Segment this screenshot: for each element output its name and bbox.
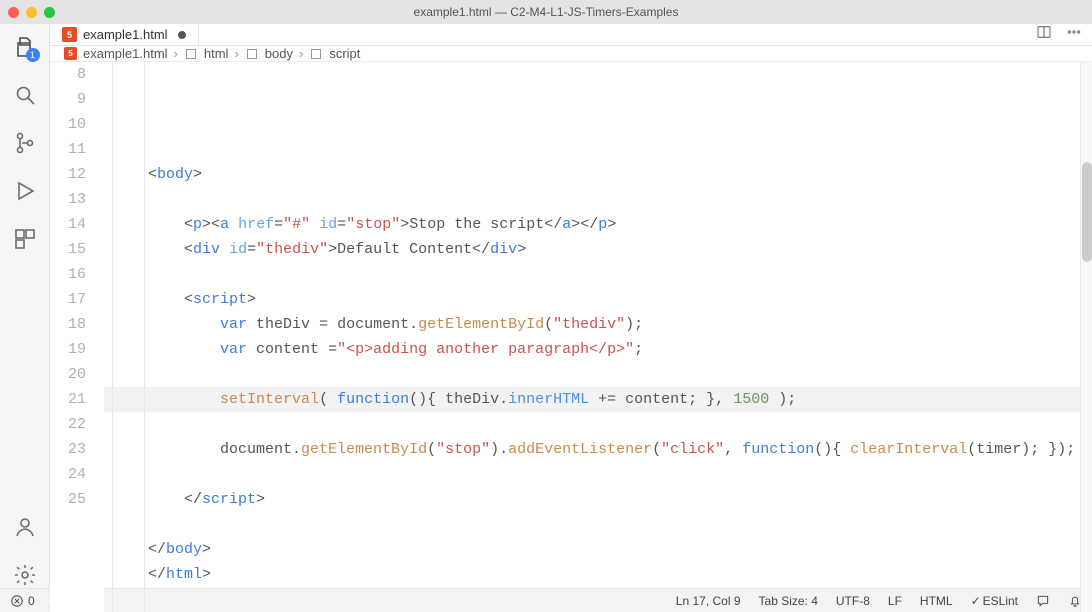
minimize-window-button[interactable] (26, 7, 37, 18)
breadcrumb-body[interactable]: body (265, 46, 293, 61)
error-icon (10, 594, 24, 608)
code-line[interactable]: var theDiv = document.getElementById("th… (104, 312, 1080, 337)
code-line[interactable]: <p><a href="#" id="stop">Stop the script… (104, 212, 1080, 237)
code-line[interactable] (104, 587, 1080, 612)
titlebar: example1.html — C2-M4-L1-JS-Timers-Examp… (0, 0, 1092, 24)
code-line[interactable] (104, 187, 1080, 212)
explorer-icon[interactable]: 1 (12, 34, 38, 60)
breadcrumb-file[interactable]: example1.html (83, 46, 168, 61)
line-gutter: 8910111213141516171819202122232425 (50, 62, 104, 612)
source-control-icon[interactable] (12, 130, 38, 156)
accounts-icon[interactable] (12, 514, 38, 540)
element-icon (309, 47, 323, 61)
code-line[interactable] (104, 462, 1080, 487)
window-title: example1.html — C2-M4-L1-JS-Timers-Examp… (0, 5, 1092, 19)
code-line[interactable]: </html> (104, 562, 1080, 587)
element-icon (184, 47, 198, 61)
minimap[interactable] (1080, 62, 1092, 612)
code-line[interactable]: </script> (104, 487, 1080, 512)
split-editor-icon[interactable] (1036, 24, 1052, 45)
code-line[interactable]: </body> (104, 537, 1080, 562)
code-line[interactable] (104, 512, 1080, 537)
breadcrumb-html[interactable]: html (204, 46, 229, 61)
tab-example1[interactable]: 5 example1.html (50, 24, 199, 45)
code-line[interactable]: setInterval( function(){ theDiv.innerHTM… (104, 387, 1080, 412)
more-actions-icon[interactable] (1066, 24, 1082, 45)
code-line[interactable]: <div id="thediv">Default Content</div> (104, 237, 1080, 262)
extensions-icon[interactable] (12, 226, 38, 252)
breadcrumbs[interactable]: 5 example1.html › html › body › script (50, 46, 1092, 62)
maximize-window-button[interactable] (44, 7, 55, 18)
code-line[interactable]: <body> (104, 162, 1080, 187)
tab-label: example1.html (83, 27, 168, 42)
element-icon (245, 47, 259, 61)
code-editor[interactable]: 8910111213141516171819202122232425 <body… (50, 62, 1092, 612)
code-line[interactable] (104, 362, 1080, 387)
window-controls (8, 7, 55, 18)
search-icon[interactable] (12, 82, 38, 108)
settings-gear-icon[interactable] (12, 562, 38, 588)
breadcrumb-script[interactable]: script (329, 46, 360, 61)
code-line[interactable]: var content ="<p>adding another paragrap… (104, 337, 1080, 362)
html5-icon: 5 (62, 27, 77, 42)
code-content[interactable]: <body> <p><a href="#" id="stop">Stop the… (104, 62, 1080, 612)
code-line[interactable] (104, 412, 1080, 437)
editor-area: 5 example1.html 5 example1.html › html ›… (50, 24, 1092, 588)
close-window-button[interactable] (8, 7, 19, 18)
tab-dirty-dot (178, 31, 186, 39)
chevron-right-icon: › (174, 46, 178, 61)
run-debug-icon[interactable] (12, 178, 38, 204)
activity-bar: 1 (0, 24, 50, 588)
html5-icon: 5 (64, 47, 77, 60)
code-line[interactable] (104, 262, 1080, 287)
problems-errors[interactable]: 0 (10, 594, 35, 608)
editor-tabs: 5 example1.html (50, 24, 1092, 46)
minimap-thumb[interactable] (1082, 162, 1092, 262)
code-line[interactable]: <script> (104, 287, 1080, 312)
chevron-right-icon: › (299, 46, 303, 61)
explorer-badge: 1 (26, 48, 40, 62)
chevron-right-icon: › (234, 46, 238, 61)
code-line[interactable]: document.getElementById("stop").addEvent… (104, 437, 1080, 462)
